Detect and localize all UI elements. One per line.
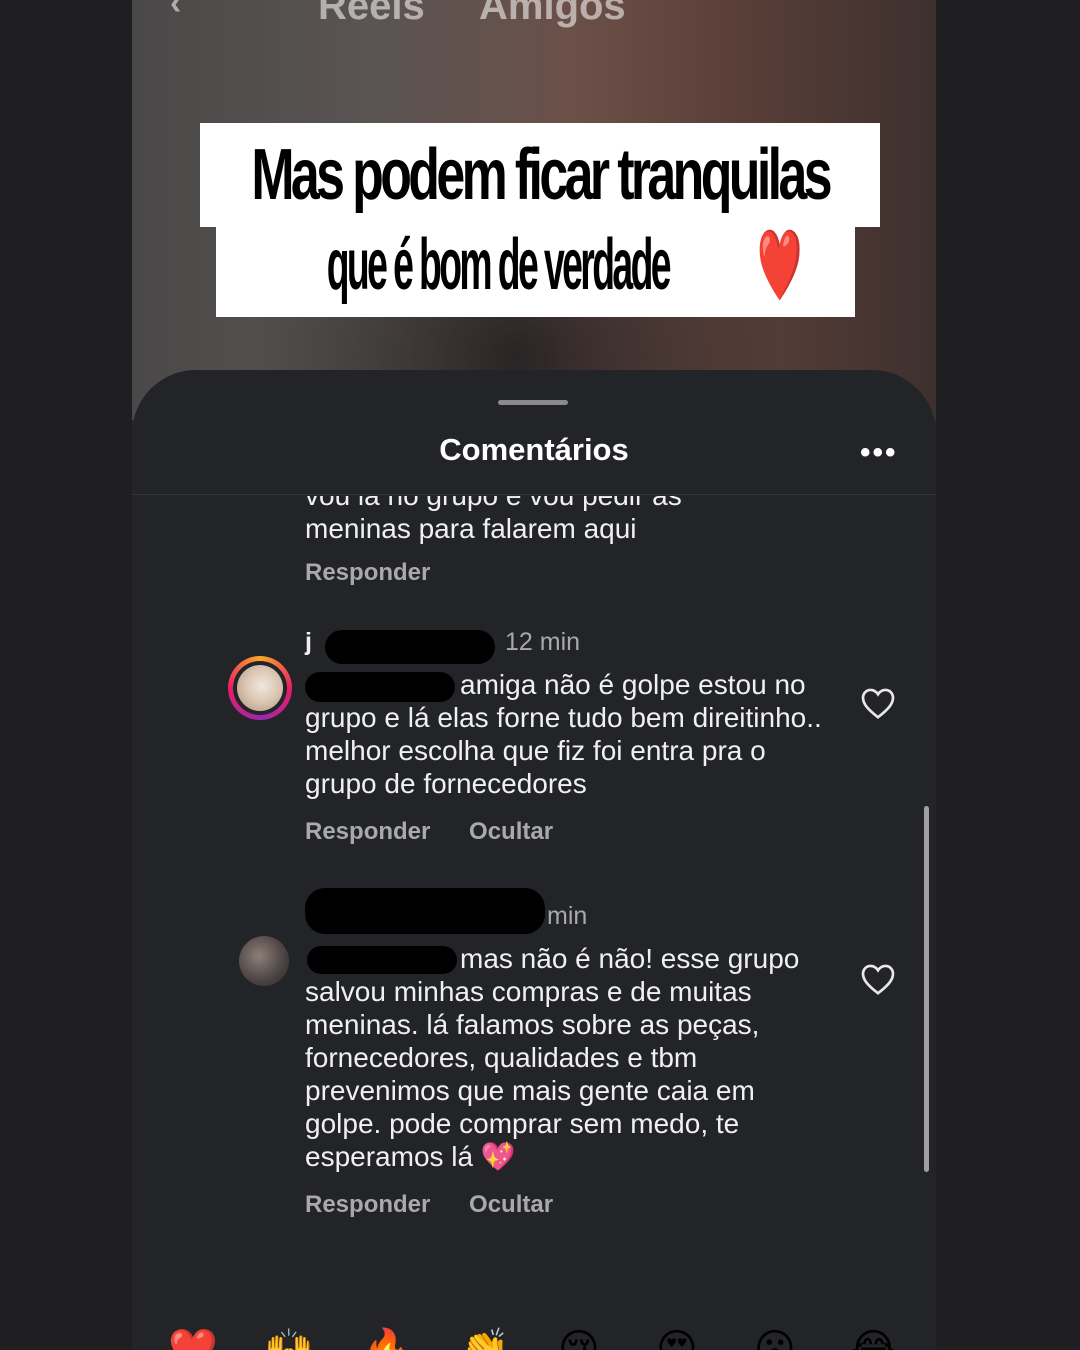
emoji-crying[interactable]: 😢 (558, 1326, 600, 1350)
hide-button[interactable]: Ocultar (469, 1191, 553, 1218)
redaction-mark (305, 672, 455, 702)
header-divider (132, 494, 936, 495)
caption-text-2-wrap: que é bom de verdade ❤️ (260, 224, 811, 307)
top-navigation: ‹ Reels Amigos (132, 0, 936, 28)
red-heart-emoji: ❤️ (757, 225, 803, 304)
comment-text-line: meninas para falarem aqui (305, 513, 637, 544)
reply-button[interactable]: Responder (305, 1191, 430, 1218)
emoji-raised-hands[interactable]: 🙌 (264, 1326, 314, 1350)
comment-meta: min (305, 888, 825, 942)
comment-actions: Responder Ocultar (305, 818, 825, 846)
hide-button[interactable]: Ocultar (469, 818, 553, 845)
comment-username[interactable]: j (305, 628, 312, 656)
comments-sheet: Comentários ••• vou lá no grupo e vou pe… (132, 370, 936, 1350)
emoji-red-heart[interactable]: ❤️ (168, 1326, 218, 1350)
comment-text-line: vou lá no grupo e vou pedir as (305, 496, 825, 512)
comment-time: min (547, 902, 588, 930)
redaction-mark (325, 630, 495, 664)
chevron-left-icon[interactable]: ‹ (170, 0, 181, 23)
tab-reels[interactable]: Reels (318, 0, 425, 29)
comment-text: vou lá no grupo e vou pedir as meninas p… (305, 496, 825, 545)
drag-handle[interactable] (498, 400, 568, 405)
comment-actions: Responder (305, 559, 825, 587)
comment-time: 12 min (505, 628, 581, 656)
caption-text-1: Mas podem ficar tranquilas (251, 135, 832, 215)
scrollbar[interactable] (924, 806, 929, 1172)
comment-meta: j 12 min (305, 628, 825, 668)
comments-list[interactable]: vou lá no grupo e vou pedir as meninas p… (132, 496, 936, 1350)
emoji-heart-eyes[interactable]: 😍 (656, 1326, 698, 1350)
sparkling-heart-emoji: 💖 (480, 1141, 516, 1172)
reply-button[interactable]: Responder (305, 559, 430, 586)
phone-screen: ‹ Reels Amigos Mas podem ficar tranquila… (132, 0, 936, 1350)
reply-button[interactable]: Responder (305, 818, 430, 845)
sheet-title: Comentários (439, 432, 629, 467)
redaction-mark (307, 946, 457, 974)
avatar-image (237, 665, 283, 711)
emoji-clapping[interactable]: 👏 (460, 1326, 510, 1350)
comment-actions: Responder Ocultar (305, 1191, 825, 1219)
emoji-surprised[interactable]: 😮 (754, 1326, 796, 1350)
caption-line-1: Mas podem ficar tranquilas (200, 123, 880, 227)
comment-partial: vou lá no grupo e vou pedir as meninas p… (305, 496, 825, 587)
caption-line-2: que é bom de verdade ❤️ (216, 213, 855, 317)
avatar[interactable] (239, 936, 289, 986)
emoji-fire[interactable]: 🔥 (362, 1326, 412, 1350)
comment-body: min mas não é não! esse grupo salvou min… (305, 888, 825, 1219)
caption-text-2: que é bom de verdade (326, 224, 672, 305)
comment-text: amiga não é golpe estou no grupo e lá el… (305, 668, 825, 800)
heart-outline-icon[interactable] (860, 962, 896, 996)
more-options-icon[interactable]: ••• (860, 436, 898, 470)
emoji-laughing[interactable]: 😂 (850, 1326, 897, 1350)
tab-amigos[interactable]: Amigos (479, 0, 626, 29)
comment-text-content: mas não é não! esse grupo salvou minhas … (305, 943, 800, 1172)
comment-body: j 12 min amiga não é golpe estou no grup… (305, 628, 825, 846)
redaction-mark (305, 888, 545, 934)
comment-text: mas não é não! esse grupo salvou minhas … (305, 942, 825, 1173)
avatar[interactable] (228, 656, 292, 720)
quick-reaction-bar: ❤️ 🙌 🔥 👏 😢 😍 😮 😂 (132, 1326, 936, 1350)
heart-outline-icon[interactable] (860, 686, 896, 720)
